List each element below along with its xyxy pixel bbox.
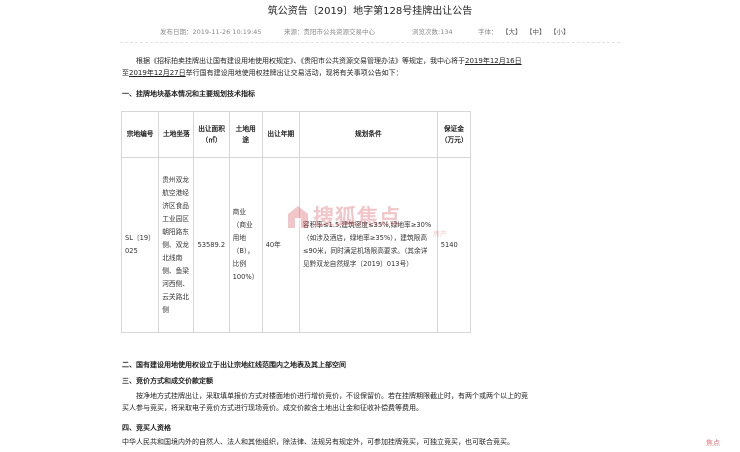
source: 来源：贵阳市公共资源交易中心 bbox=[284, 28, 375, 36]
plot-table: 宗地编号 土地坐落 出让面积（㎡） 土地用途 出让年期 规划条件 保证金（万元）… bbox=[120, 111, 472, 333]
cell-code: SL〔19〕025 bbox=[120, 157, 160, 333]
font-medium-button[interactable]: 【中】 bbox=[526, 26, 546, 36]
intro-text-1: 根据《招标拍卖挂牌出让国有建设用地使用权规定》、《贵阳市公共资源交易管理办法》等… bbox=[136, 57, 465, 65]
intro-text-2: 举行国有建设用地使用权挂牌出让交易活动，现将有关事项公告如下： bbox=[185, 69, 403, 77]
section-heading-3: 三、竞价方式和成交价款定额 bbox=[122, 377, 213, 385]
header-conditions: 规划条件 bbox=[298, 111, 438, 158]
view-count: 浏览次数:134 bbox=[412, 28, 453, 36]
table-row: SL〔19〕025 贵州双龙航空港经济区食品工业园区朝阳路东侧、双龙北线南侧、鱼… bbox=[120, 157, 472, 333]
end-date: 2019年12月27日 bbox=[129, 69, 186, 77]
intro-prefix: 至 bbox=[122, 69, 129, 77]
header-location: 土地坐落 bbox=[158, 111, 195, 158]
cell-area: 53589.2 bbox=[193, 157, 230, 333]
meta-row: 发布日期：2019-11-26 10:19:45 来源：贵阳市公共资源交易中心 … bbox=[0, 26, 740, 38]
cell-term: 40年 bbox=[261, 157, 300, 333]
bidding-paragraph: 按净地方式挂牌出让，采取填单报价方式对楼面地价进行增价竞价，不设保留价。若在挂牌… bbox=[122, 390, 578, 414]
qualification-paragraph: 中华人民共和国境内外的自然人、法人和其他组织，除法律、法规另有规定外，可参加挂牌… bbox=[122, 438, 514, 446]
corner-logo: 焦点 bbox=[706, 438, 736, 452]
font-small-button[interactable]: 【小】 bbox=[550, 26, 570, 36]
intro-line-1: 根据《招标拍卖挂牌出让国有建设用地使用权规定》、《贵阳市公共资源交易管理办法》等… bbox=[122, 55, 578, 67]
intro-line-2: 至2019年12月27日举行国有建设用地使用权挂牌出让交易活动，现将有关事项公告… bbox=[122, 67, 578, 79]
font-size-label: 字体： bbox=[478, 28, 498, 36]
cell-conditions: 容积率≤1.5,建筑密度≤35%,绿地率≥30%（如涉及酒店，绿地率≥35%），… bbox=[298, 157, 438, 333]
section-heading-2: 二、国有建设用地使用权设立于出让宗地红线范围内之地表及其上部空间 bbox=[122, 361, 346, 369]
font-large-button[interactable]: 【大】 bbox=[502, 26, 522, 36]
header-use: 土地用途 bbox=[228, 111, 263, 158]
cell-use: 商业（商业用地（B），比例100%） bbox=[228, 157, 263, 333]
cell-deposit: 5140 bbox=[436, 157, 472, 333]
header-code: 宗地编号 bbox=[120, 111, 160, 158]
intro-paragraph: 根据《招标拍卖挂牌出让国有建设用地使用权规定》、《贵阳市公共资源交易管理办法》等… bbox=[122, 55, 578, 79]
section-heading-1: 一、挂牌地块基本情况和主要规划技术指标 bbox=[122, 90, 255, 98]
page-title: 筑公资告〔2019〕地字第128号挂牌出让公告 bbox=[267, 6, 473, 17]
cell-location: 贵州双龙航空港经济区食品工业园区朝阳路东侧、双龙北线南侧、鱼梁河西侧、云关路北侧 bbox=[158, 157, 195, 333]
header-deposit: 保证金（万元） bbox=[436, 111, 472, 158]
header-area: 出让面积（㎡） bbox=[193, 111, 230, 158]
table-header-row: 宗地编号 土地坐落 出让面积（㎡） 土地用途 出让年期 规划条件 保证金（万元） bbox=[120, 111, 472, 158]
corner-logo-text: 焦点 bbox=[706, 439, 720, 447]
start-date: 2019年12月16日 bbox=[465, 57, 522, 65]
bidding-line-2: 买人参与竞买，将采取电子竞价方式进行现场竞价。成交价款含土地出让金和征收补偿费等… bbox=[122, 404, 423, 412]
meta-divider bbox=[120, 42, 620, 43]
publish-date: 发布日期：2019-11-26 10:19:45 bbox=[160, 28, 262, 36]
section-heading-4: 四、竞买人资格 bbox=[122, 424, 171, 432]
header-term: 出让年期 bbox=[261, 111, 300, 158]
bidding-line-1: 按净地方式挂牌出让，采取填单报价方式对楼面地价进行增价竞价，不设保留价。若在挂牌… bbox=[136, 392, 528, 400]
